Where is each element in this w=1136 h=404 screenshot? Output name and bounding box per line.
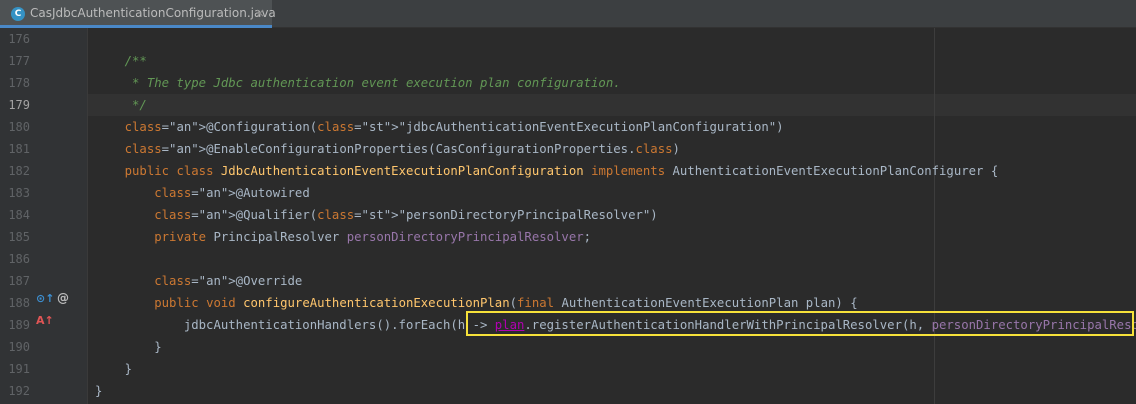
editor-tab-bar: C CasJdbcAuthenticationConfiguration.jav… [0, 0, 1136, 28]
code-text: class="an">@Configuration(class="st">"jd… [124, 120, 784, 134]
line-number: 179 [8, 98, 30, 112]
annotation-marker-icon[interactable]: @ [57, 291, 69, 305]
line-number: 183 [8, 186, 30, 200]
code-line[interactable]: 190 } [0, 336, 1136, 358]
line-number: 181 [8, 142, 30, 156]
code-text: class="an">@Override [154, 274, 303, 288]
line-number: 185 [8, 230, 30, 244]
line-number: 186 [8, 252, 30, 266]
java-class-icon: C [11, 7, 25, 21]
code-text: } [95, 384, 103, 398]
line-number: 178 [8, 76, 30, 90]
code-text: private PrincipalResolver personDirector… [154, 230, 592, 244]
code-line[interactable]: 180 class="an">@Configuration(class="st"… [0, 116, 1136, 138]
tab-cas-jdbc-authentication-configuration[interactable]: C CasJdbcAuthenticationConfiguration.jav… [0, 0, 276, 28]
code-text: class="an">@EnableConfigurationPropertie… [124, 142, 680, 156]
line-number: 184 [8, 208, 30, 222]
code-line[interactable]: 178 * The type Jdbc authentication event… [0, 72, 1136, 94]
line-number: 176 [8, 32, 30, 46]
line-number: 191 [8, 362, 30, 376]
code-line[interactable]: 183 class="an">@Autowired [0, 182, 1136, 204]
close-tab-icon[interactable]: × [255, 6, 265, 20]
code-text: class="an">@Qualifier(class="st">"person… [154, 208, 658, 222]
code-line[interactable]: 177 /** [0, 50, 1136, 72]
code-line[interactable]: 186 [0, 248, 1136, 270]
code-text: public class JdbcAuthenticationEventExec… [124, 164, 999, 178]
code-line[interactable]: 184 class="an">@Qualifier(class="st">"pe… [0, 204, 1136, 226]
code-line[interactable]: 182 public class JdbcAuthenticationEvent… [0, 160, 1136, 182]
code-line[interactable]: 187 class="an">@Override [0, 270, 1136, 292]
code-line[interactable]: 179 */ [0, 94, 1136, 116]
line-number: 192 [8, 384, 30, 398]
tab-filename: CasJdbcAuthenticationConfiguration.java [30, 6, 276, 20]
line-number: 189 [8, 318, 30, 332]
code-text: } [95, 362, 133, 376]
code-text: */ [95, 98, 147, 112]
code-text: class="an">@Autowired [154, 186, 310, 200]
override-marker-icon[interactable]: ⊙↑ [36, 292, 54, 306]
code-line[interactable]: 191 } [0, 358, 1136, 380]
code-line[interactable]: 185 private PrincipalResolver personDire… [0, 226, 1136, 248]
highlight-box [466, 311, 1134, 336]
code-text: /** [95, 54, 147, 68]
code-line[interactable]: 176 [0, 28, 1136, 50]
implementation-marker-icon[interactable]: A↑ [36, 314, 54, 328]
code-text: } [95, 340, 162, 354]
code-line[interactable]: 181 class="an">@EnableConfigurationPrope… [0, 138, 1136, 160]
line-number: 190 [8, 340, 30, 354]
line-number: 177 [8, 54, 30, 68]
code-line[interactable]: 192} [0, 380, 1136, 402]
line-number: 182 [8, 164, 30, 178]
line-number: 188 [8, 296, 30, 310]
code-text: * The type Jdbc authentication event exe… [95, 76, 621, 90]
line-number: 187 [8, 274, 30, 288]
line-number: 180 [8, 120, 30, 134]
